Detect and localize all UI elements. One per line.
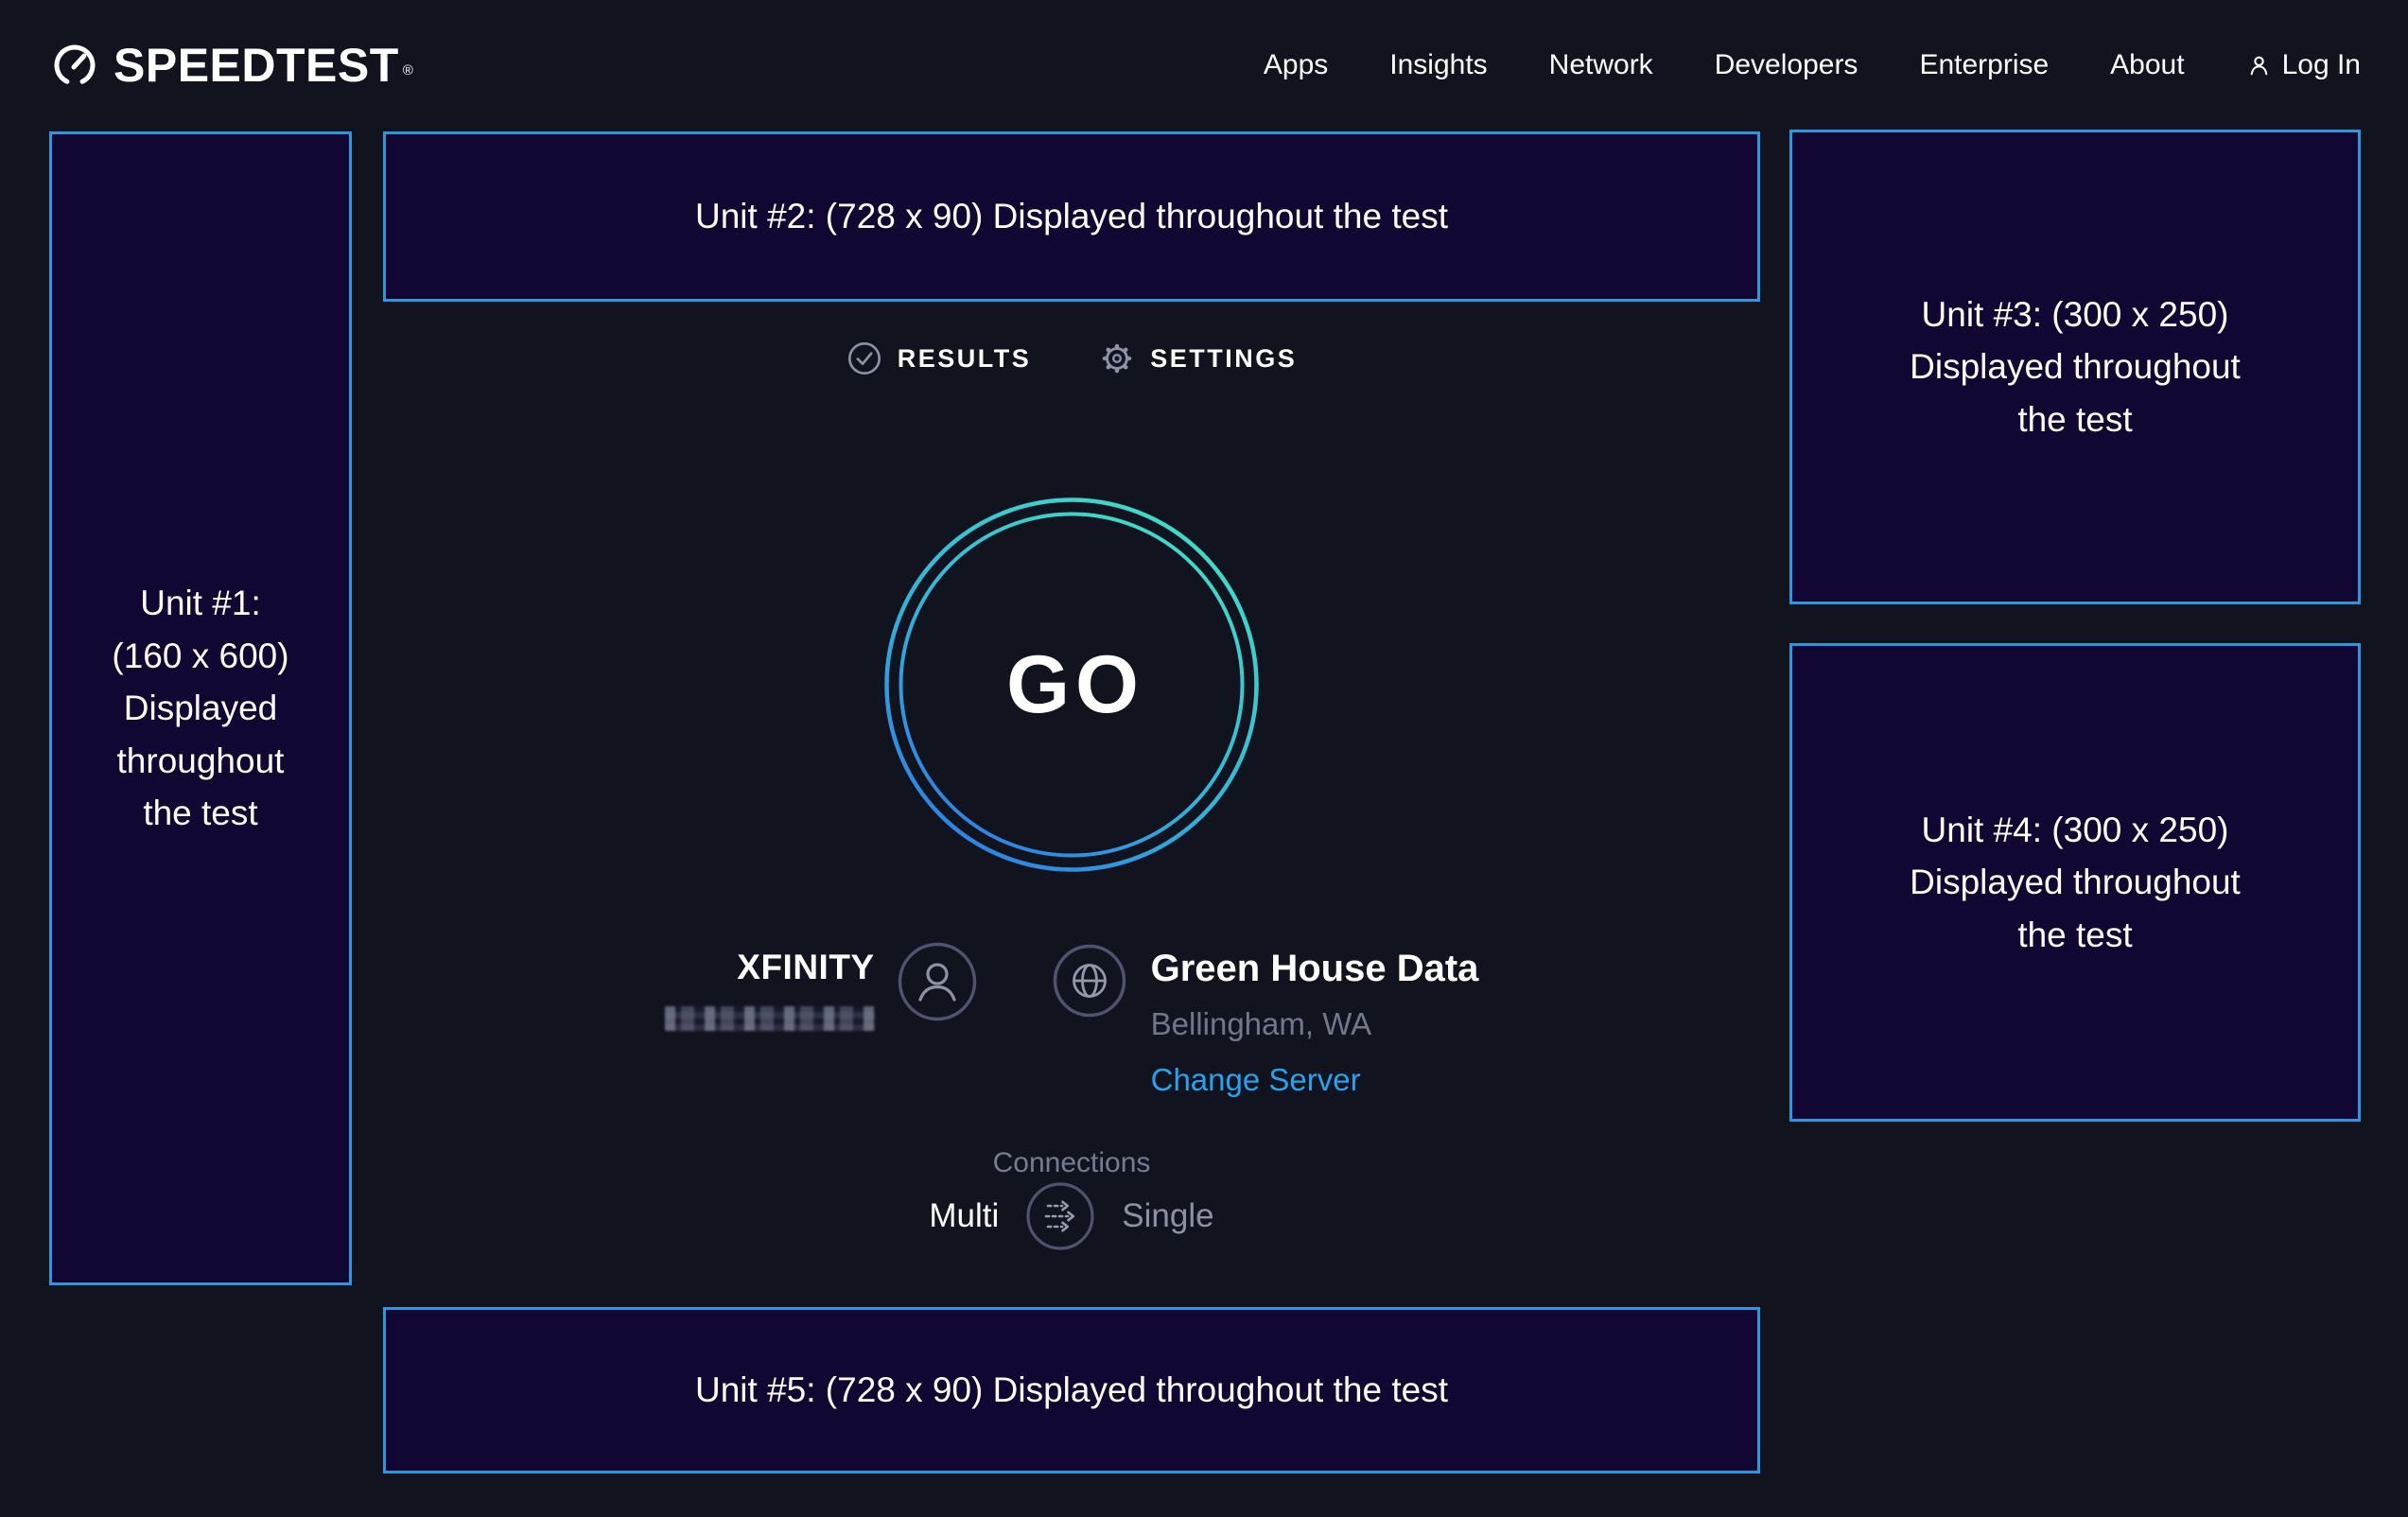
ad-unit-1[interactable]: Unit #1: (160 x 600) Displayed throughou… [49,131,352,1285]
nav-insights[interactable]: Insights [1389,49,1487,81]
isp-user-icon [898,942,977,1021]
connections-label: Connections [383,1146,1760,1179]
ad-unit-3[interactable]: Unit #3: (300 x 250) Displayed throughou… [1789,130,2361,604]
isp-block: XFINITY [665,936,977,1098]
check-circle-icon [846,340,882,376]
connections-toggle[interactable] [1025,1181,1095,1251]
go-button[interactable]: GO [882,496,1261,874]
ad-unit-4-text: Unit #4: (300 x 250) Displayed throughou… [1910,804,2241,962]
nav-enterprise[interactable]: Enterprise [1919,49,2049,81]
server-location: Bellingham, WA [1151,1006,1372,1042]
user-icon [2246,53,2272,78]
multi-connection-arrows-icon [1025,1181,1095,1251]
isp-name: XFINITY [737,948,874,987]
nav-about[interactable]: About [2110,49,2184,81]
tab-settings[interactable]: SETTINGS [1099,340,1297,376]
ip-address-redacted [665,1006,875,1031]
ad-unit-5[interactable]: Unit #5: (728 x 90) Displayed throughout… [383,1307,1760,1473]
speedtest-app: SPEEDTEST ® Apps Insights Network Develo… [0,0,2408,1517]
ad-unit-2-text: Unit #2: (728 x 90) Displayed throughout… [695,190,1448,243]
gear-icon [1099,340,1135,376]
tab-settings-label: SETTINGS [1150,344,1297,374]
connections-section: Connections Multi Single [383,1146,1760,1251]
change-server-link[interactable]: Change Server [1151,1062,1361,1098]
header: SPEEDTEST ® Apps Insights Network Develo… [0,0,2408,131]
logo-text: SPEEDTEST [113,38,399,93]
logo-trademark: ® [403,62,413,78]
server-block: Green House Data Bellingham, WA Change S… [1053,936,1479,1098]
speedtest-logo[interactable]: SPEEDTEST ® [49,38,413,93]
tabs-bar: RESULTS [383,340,1760,376]
tab-results[interactable]: RESULTS [846,340,1032,376]
server-name: Green House Data [1151,948,1479,990]
ad-unit-2[interactable]: Unit #2: (728 x 90) Displayed throughout… [383,131,1760,302]
connection-info-row: XFINITY Green House Da [383,936,1760,1098]
nav-developers[interactable]: Developers [1715,49,1858,81]
connections-multi-option[interactable]: Multi [929,1197,999,1235]
main-nav: Apps Insights Network Developers Enterpr… [1264,49,2361,81]
ad-unit-5-text: Unit #5: (728 x 90) Displayed throughout… [695,1364,1448,1417]
ad-unit-1-text: Unit #1: (160 x 600) Displayed throughou… [112,577,288,840]
tab-results-label: RESULTS [898,344,1032,374]
ad-unit-4[interactable]: Unit #4: (300 x 250) Displayed throughou… [1789,643,2361,1122]
go-button-label: GO [882,496,1261,874]
ad-unit-3-text: Unit #3: (300 x 250) Displayed throughou… [1910,288,2241,446]
login-button[interactable]: Log In [2246,49,2361,81]
speedometer-gauge-icon [49,40,100,91]
nav-apps[interactable]: Apps [1264,49,1328,81]
connections-single-option[interactable]: Single [1122,1197,1213,1235]
nav-network[interactable]: Network [1549,49,1653,81]
server-globe-icon [1053,944,1126,1018]
login-label: Log In [2282,49,2361,81]
